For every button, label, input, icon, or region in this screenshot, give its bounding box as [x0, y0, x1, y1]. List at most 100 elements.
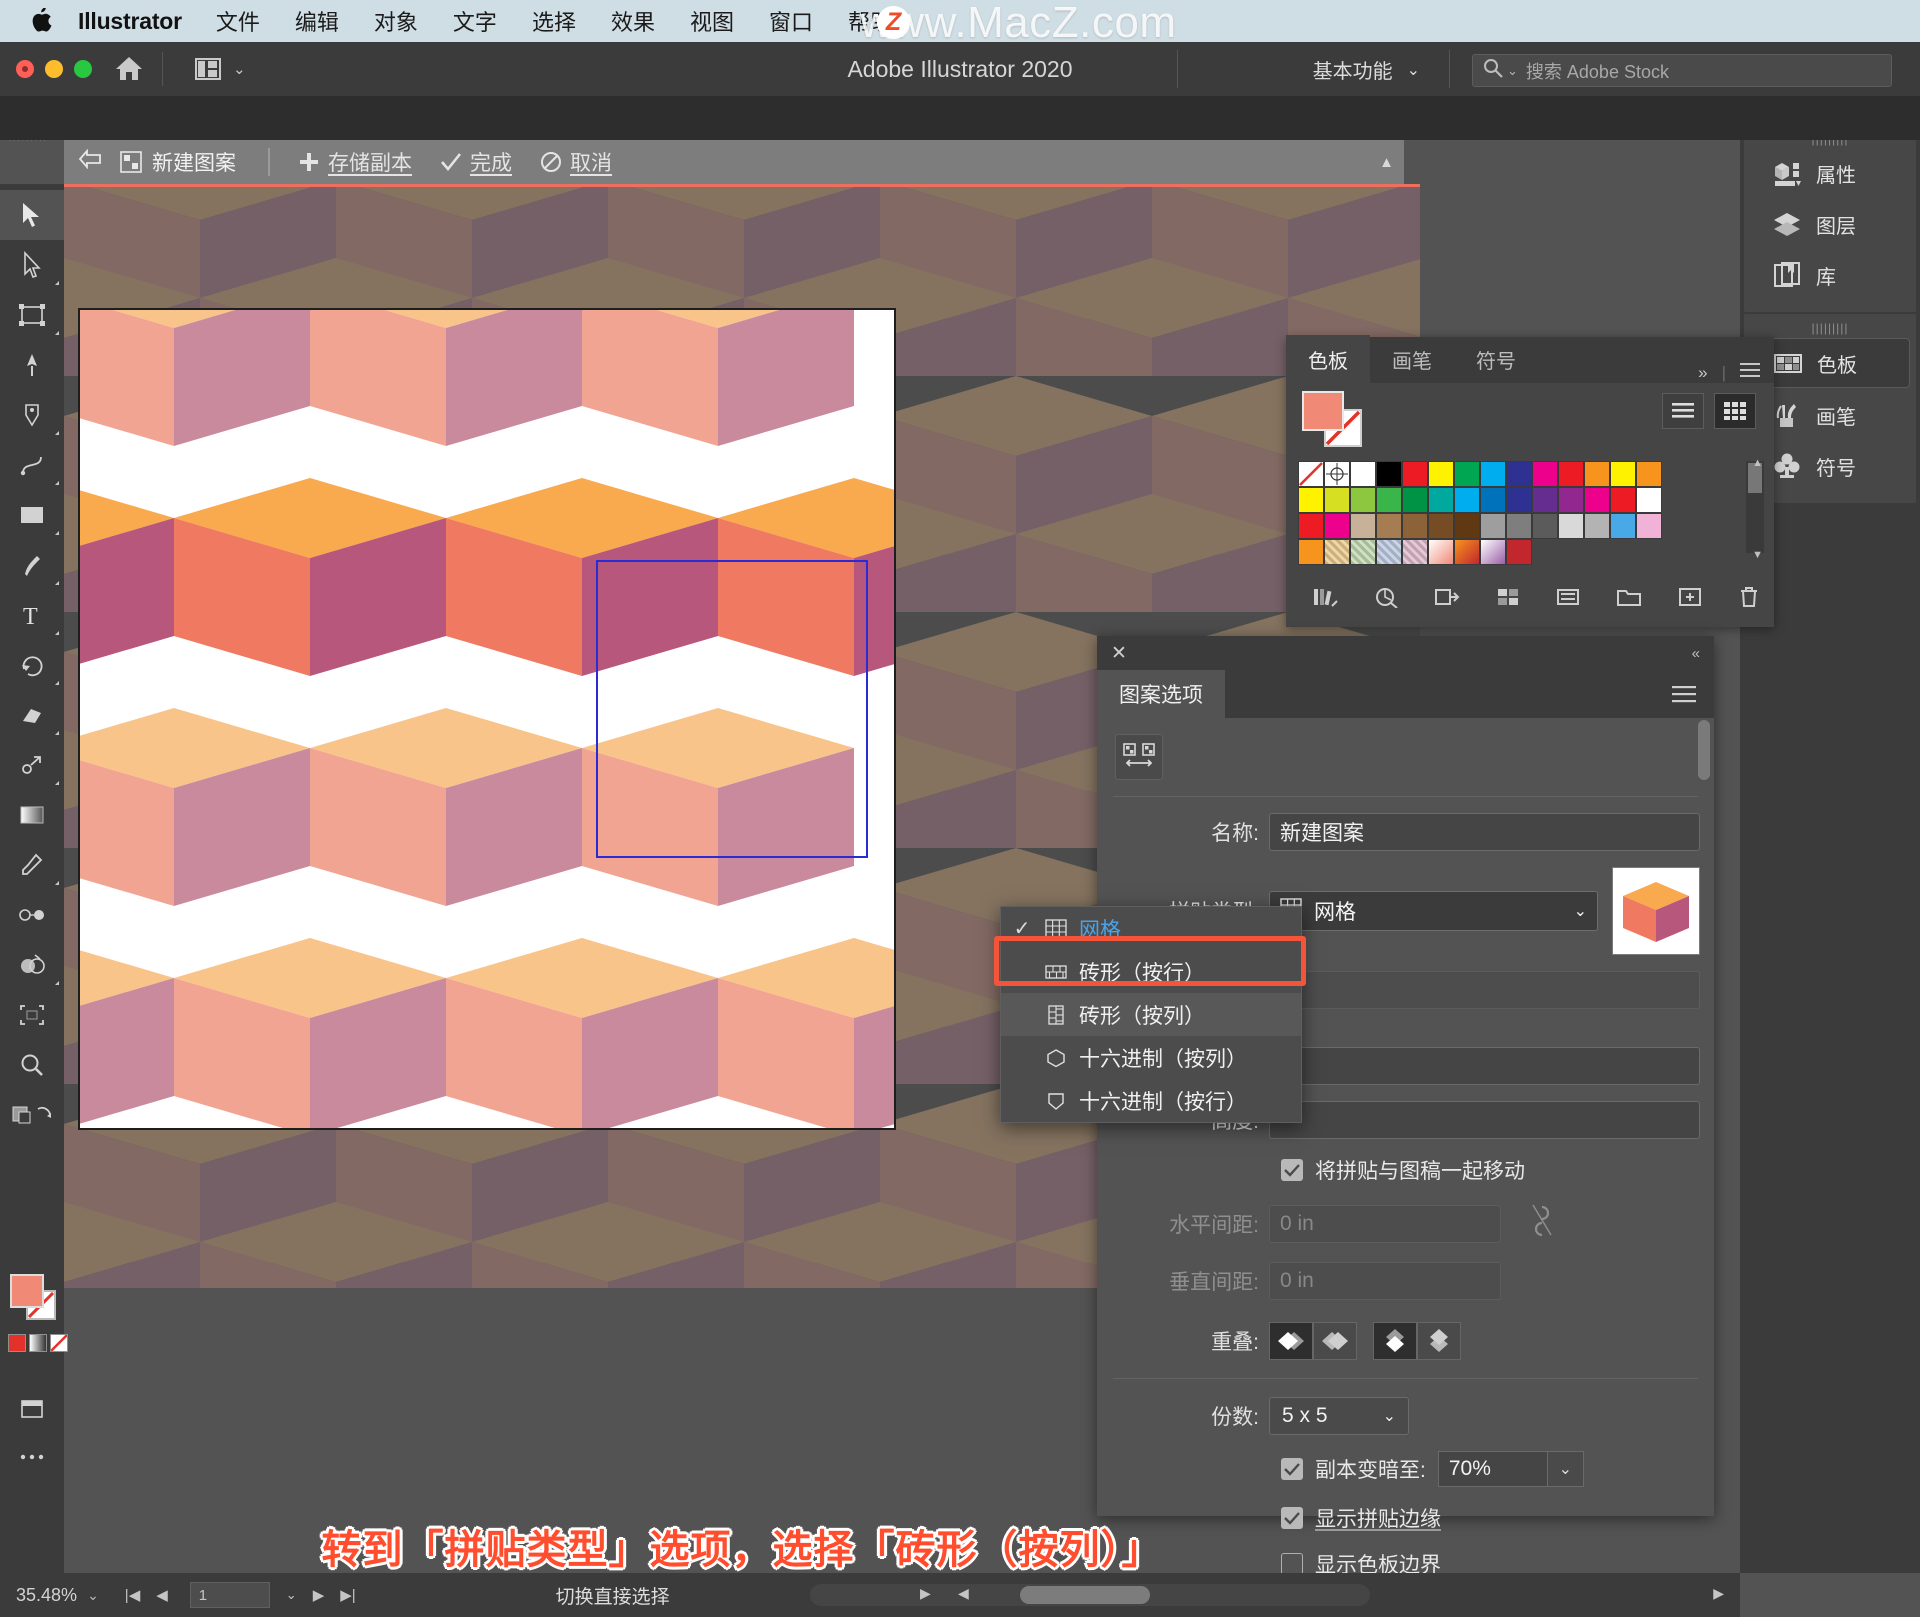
dropdown-option-1[interactable]: 砖形（按行） [1001, 950, 1301, 993]
swatch-cell[interactable] [1324, 487, 1350, 513]
swatch-cell[interactable] [1610, 461, 1636, 487]
menu-window[interactable]: 窗口 [769, 5, 813, 37]
panel-menu-icon[interactable] [1740, 362, 1760, 383]
color-group-icon[interactable] [1434, 586, 1460, 613]
swatch-cell[interactable] [1558, 513, 1584, 539]
swatch-view-buttons[interactable] [1662, 393, 1756, 429]
swatch-cell[interactable] [1610, 513, 1636, 539]
panel-grip[interactable]: ||||||||| [1744, 314, 1916, 335]
count-select[interactable]: 5 x 5 ⌄ [1269, 1397, 1409, 1435]
new-swatch-icon[interactable] [1678, 586, 1702, 613]
chevron-down-icon[interactable]: ⌄ [233, 60, 246, 78]
next-page-icon[interactable]: ▶ [313, 1586, 325, 1604]
swatch-cell[interactable] [1402, 539, 1428, 565]
minimize-window-button[interactable] [45, 60, 63, 78]
menu-edit[interactable]: 编辑 [295, 5, 339, 37]
menu-type[interactable]: 文字 [453, 5, 497, 37]
menu-select[interactable]: 选择 [532, 5, 576, 37]
chevron-down-icon[interactable]: ⌄ [1574, 901, 1587, 921]
delete-swatch-icon[interactable] [1738, 586, 1760, 613]
chevrons-right-icon[interactable]: » [1698, 363, 1707, 383]
panel-scrollbar-thumb[interactable] [1698, 720, 1710, 780]
swatch-cell[interactable] [1402, 461, 1428, 487]
chevron-down-icon[interactable]: ⌄ [286, 1587, 297, 1603]
swatch-cell[interactable] [1350, 539, 1376, 565]
dropdown-option-0[interactable]: ✓ 网格 [1001, 907, 1301, 950]
swatch-cell[interactable] [1584, 513, 1610, 539]
cancel-button[interactable]: 取消 [540, 147, 612, 177]
swatch-grid[interactable] [1298, 461, 1738, 565]
dropdown-option-4[interactable]: 十六进制（按行） [1001, 1079, 1301, 1122]
first-page-icon[interactable]: |◀ [125, 1586, 140, 1604]
list-view-icon[interactable] [1662, 393, 1704, 429]
done-button[interactable]: 完成 [440, 147, 512, 177]
scroll-up-icon[interactable]: ▲ [1752, 457, 1763, 469]
tool-scale[interactable] [0, 740, 64, 790]
height-input[interactable] [1269, 1101, 1700, 1139]
swatch-options-icon[interactable] [1496, 586, 1520, 613]
scroll-down-icon[interactable]: ▼ [1752, 549, 1763, 561]
none-button[interactable] [50, 1334, 68, 1352]
tool-rotate[interactable] [0, 640, 64, 690]
swatch-cell[interactable] [1402, 487, 1428, 513]
name-input[interactable]: 新建图案 [1269, 813, 1700, 851]
right-panel-dock[interactable]: « ||||||||| 属性 [1740, 96, 1920, 1573]
swatches-scrollbar[interactable] [1746, 461, 1764, 553]
swatch-cell[interactable] [1324, 539, 1350, 565]
prev-page-icon[interactable]: ◀ [156, 1586, 168, 1604]
overlap-right-on-top-icon[interactable] [1313, 1322, 1357, 1360]
tool-selection[interactable] [0, 190, 64, 240]
selection-bounding-box[interactable] [596, 560, 868, 858]
swatch-cell[interactable] [1558, 461, 1584, 487]
swatch-cell[interactable] [1376, 539, 1402, 565]
menu-file[interactable]: 文件 [216, 5, 260, 37]
move-tile-with-art-row[interactable]: 将拼贴与图稿一起移动 [1097, 1155, 1714, 1185]
unlink-icon[interactable] [1529, 1201, 1555, 1246]
swatch-cell[interactable] [1506, 487, 1532, 513]
home-icon[interactable] [114, 54, 144, 84]
fill-swatch[interactable] [10, 1274, 44, 1308]
sidebar-item-symbols[interactable]: 符号 [1750, 442, 1910, 490]
swatch-cell[interactable] [1350, 513, 1376, 539]
swatch-cell[interactable] [1636, 461, 1662, 487]
dim-copies-input[interactable]: 70% [1437, 1451, 1548, 1487]
fill-swatch[interactable] [1302, 391, 1344, 431]
maximize-window-button[interactable] [74, 60, 92, 78]
swatch-cell[interactable] [1610, 487, 1636, 513]
overlap-horizontal-group[interactable] [1269, 1322, 1357, 1360]
last-page-icon[interactable]: ▶| [340, 1586, 355, 1604]
tool-more-options[interactable] [0, 1432, 64, 1482]
scrollbar-thumb[interactable] [1020, 1586, 1150, 1604]
sidebar-item-swatches[interactable]: 色板 [1750, 338, 1910, 388]
swatch-cell[interactable] [1428, 461, 1454, 487]
gradient-button[interactable] [29, 1334, 47, 1352]
swatch-cell[interactable] [1584, 461, 1610, 487]
swatch-cell[interactable] [1558, 487, 1584, 513]
tool-anchor-point[interactable] [0, 340, 64, 390]
horizontal-scrollbar[interactable] [810, 1584, 1370, 1606]
close-icon[interactable]: ✕ [1111, 642, 1127, 665]
arrange-documents-icon[interactable] [195, 57, 221, 81]
dropdown-option-3[interactable]: 十六进制（按列） [1001, 1036, 1301, 1079]
swatches-panel[interactable]: 色板 画笔 符号 » | ▲ ▼ [1286, 335, 1774, 627]
swatch-cell[interactable] [1506, 461, 1532, 487]
move-tile-checkbox[interactable] [1281, 1159, 1303, 1181]
swatch-cell[interactable] [1532, 487, 1558, 513]
tool-artboard[interactable] [0, 990, 64, 1040]
swatch-cell[interactable] [1532, 513, 1558, 539]
new-folder-icon[interactable] [1616, 586, 1642, 613]
tool-eraser[interactable] [0, 690, 64, 740]
swatches-panel-tabs[interactable]: 色板 画笔 符号 » | [1286, 335, 1774, 383]
show-swatch-bounds-checkbox[interactable] [1281, 1553, 1303, 1575]
swatch-libraries-icon[interactable] [1312, 586, 1338, 613]
tool-free-transform[interactable] [0, 290, 64, 340]
tool-rectangle[interactable] [0, 490, 64, 540]
swatch-cell[interactable] [1402, 513, 1428, 539]
tab-symbols[interactable]: 符号 [1454, 335, 1538, 383]
back-arrow-icon[interactable] [78, 148, 104, 175]
swatch-cell[interactable] [1636, 487, 1662, 513]
swatch-cell[interactable] [1324, 513, 1350, 539]
color-button[interactable] [8, 1334, 26, 1352]
menu-effect[interactable]: 效果 [611, 5, 655, 37]
menu-view[interactable]: 视图 [690, 5, 734, 37]
